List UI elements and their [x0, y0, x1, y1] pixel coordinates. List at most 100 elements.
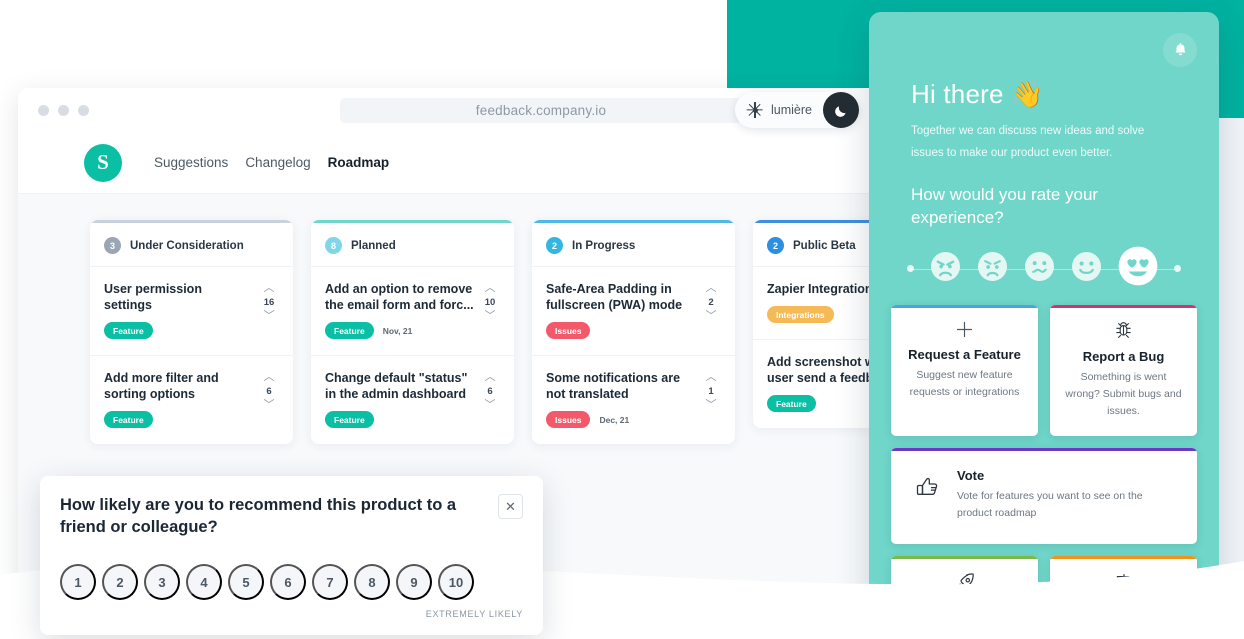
nav-roadmap[interactable]: Roadmap [328, 155, 390, 170]
nps-score-button[interactable]: 9 [396, 564, 432, 601]
card-tag: Issues [546, 322, 591, 339]
upvote-icon[interactable]: ︿ [264, 372, 275, 383]
feedback-widget: Hi there 👋 Together we can discuss new i… [869, 12, 1219, 639]
roadmap-card[interactable]: Change default "status" in the admin das… [311, 355, 514, 444]
widget-card-accent [891, 448, 1197, 451]
widget-card-vote[interactable]: Vote Vote for features you want to see on… [891, 448, 1197, 545]
close-icon[interactable]: ✕ [498, 494, 523, 519]
roadmap-card[interactable]: Safe-Area Padding in fullscreen (PWA) mo… [532, 266, 735, 355]
card-date: Dec, 21 [599, 414, 630, 425]
vote-count: 1 [708, 386, 714, 397]
signpost-icon [1062, 572, 1185, 592]
column-count-badge: 3 [104, 237, 121, 254]
site-nav: Suggestions Changelog Roadmap [154, 155, 389, 170]
column-title: Planned [351, 239, 396, 252]
nps-score-button[interactable]: 7 [312, 564, 348, 601]
nps-score-button[interactable]: 5 [228, 564, 264, 601]
downvote-icon[interactable]: ﹀ [706, 311, 717, 322]
bell-icon[interactable] [1163, 33, 1197, 67]
downvote-icon[interactable]: ﹀ [706, 400, 717, 411]
card-vote-control[interactable]: ︿ 10 ﹀ [480, 281, 500, 339]
widget-card-accent [891, 556, 1038, 559]
roadmap-card[interactable]: Add an option to remove the email form a… [311, 266, 514, 355]
roadmap-card[interactable]: Some notifications are not translated Iss… [532, 355, 735, 444]
card-tag: Issues [546, 411, 591, 428]
nps-score-button[interactable]: 1 [60, 564, 96, 601]
rating-question: How would you rate your experience? [911, 185, 1099, 227]
maximize-window-dot[interactable] [78, 104, 89, 116]
upvote-icon[interactable]: ︿ [264, 283, 275, 294]
downvote-icon[interactable]: ﹀ [264, 400, 275, 411]
widget-card-description: Vote for features you want to see on the… [957, 490, 1143, 520]
moon-icon[interactable] [823, 92, 859, 128]
card-title: Safe-Area Padding in fullscreen (PWA) mo… [546, 282, 683, 312]
column-header: 2 In Progress [532, 223, 735, 266]
theme-toggle-label: lumière [771, 103, 812, 117]
card-tag: Feature [325, 322, 374, 339]
widget-card-news-updates[interactable]: News & Updates News from... [891, 556, 1038, 639]
card-vote-control[interactable]: ︿ 6 ﹀ [480, 370, 500, 428]
nps-scale[interactable]: 1 2 3 4 5 6 7 8 9 10 [60, 564, 523, 601]
card-tag: Feature [325, 411, 374, 428]
smiling-face-icon[interactable] [1071, 251, 1102, 287]
downvote-icon[interactable]: ﹀ [264, 311, 275, 322]
site-logo[interactable]: S [84, 143, 122, 182]
widget-card-request-a-feature[interactable]: Request a Feature Suggest new feature req… [891, 305, 1038, 437]
upvote-icon[interactable]: ︿ [485, 372, 496, 383]
angry-face-icon[interactable] [930, 251, 961, 287]
nps-score-button[interactable]: 3 [144, 564, 180, 601]
nav-changelog[interactable]: Changelog [245, 155, 310, 170]
minimize-window-dot[interactable] [58, 104, 69, 116]
upvote-icon[interactable]: ︿ [485, 283, 496, 294]
window-controls[interactable] [38, 104, 89, 116]
nps-right-label: EXTREMELY LIKELY [425, 609, 523, 620]
roadmap-card[interactable]: Add more filter and sorting options Featu… [90, 355, 293, 444]
column-count-badge: 2 [546, 237, 563, 254]
column-count-badge: 2 [767, 237, 784, 254]
widget-card-report-a-bug[interactable]: Report a Bug Something is went wrong? Sub… [1050, 305, 1197, 437]
theme-toggle[interactable]: lumière [735, 92, 859, 128]
downvote-icon[interactable]: ﹀ [485, 400, 496, 411]
address-bar[interactable]: feedback.company.io [340, 98, 742, 123]
card-title: Some notifications are not translated [546, 371, 681, 401]
card-vote-control[interactable]: ︿ 2 ﹀ [701, 281, 721, 339]
nps-footer: EXTREMELY LIKELY [60, 609, 523, 619]
widget-card-description: Suggest new feature requests or integrat… [909, 369, 1020, 399]
widget-card-title: Report a Bug [1082, 349, 1165, 365]
heart-eyes-face-icon[interactable] [1118, 246, 1158, 291]
card-title: Add more filter and sorting options [104, 371, 219, 401]
card-tag: Integrations [767, 306, 834, 323]
widget-intro: Together we can discuss new ideas and so… [911, 125, 1145, 160]
column-title: Public Beta [793, 239, 856, 252]
widget-card-description: Something is went wrong? Submit bugs and… [1065, 371, 1182, 418]
card-vote-control[interactable]: ︿ 1 ﹀ [701, 370, 721, 428]
vote-count: 16 [263, 297, 275, 308]
widget-greeting-block: Hi there 👋 Together we can discuss new i… [869, 12, 1219, 164]
nps-score-button[interactable]: 10 [438, 564, 474, 601]
nps-header: How likely are you to recommend this pro… [60, 494, 523, 538]
upvote-icon[interactable]: ︿ [706, 283, 717, 294]
nps-survey-popup: How likely are you to recommend this pro… [40, 476, 543, 636]
nps-score-button[interactable]: 4 [186, 564, 222, 601]
upvote-icon[interactable]: ︿ [706, 372, 717, 383]
widget-action-cards: Request a Feature Suggest new feature req… [869, 291, 1219, 639]
widget-card-roadmap[interactable]: Roadmap [1050, 556, 1197, 639]
close-window-dot[interactable] [38, 104, 49, 116]
column-title: Under Consideration [130, 239, 244, 252]
nps-score-button[interactable]: 8 [354, 564, 390, 601]
nav-suggestions[interactable]: Suggestions [154, 155, 228, 170]
vote-count: 2 [708, 297, 714, 308]
nps-score-button[interactable]: 2 [102, 564, 138, 601]
card-vote-control[interactable]: ︿ 16 ﹀ [259, 281, 279, 339]
roadmap-column: 8 Planned Add an option to remove the emai… [311, 220, 514, 444]
nps-score-button[interactable]: 6 [270, 564, 306, 601]
widget-card-accent [891, 305, 1038, 308]
confused-face-icon[interactable] [1024, 251, 1055, 287]
sad-face-icon[interactable] [977, 251, 1008, 287]
card-vote-control[interactable]: ︿ 6 ﹀ [259, 370, 279, 428]
screenshot-root: feedback.company.io S Suggestions Change… [0, 0, 1244, 639]
roadmap-card[interactable]: User permission settings Feature ︿ 16 ﹀ [90, 266, 293, 355]
emoji-rating-scale[interactable] [907, 246, 1181, 291]
column-title: In Progress [572, 239, 636, 252]
downvote-icon[interactable]: ﹀ [485, 311, 496, 322]
